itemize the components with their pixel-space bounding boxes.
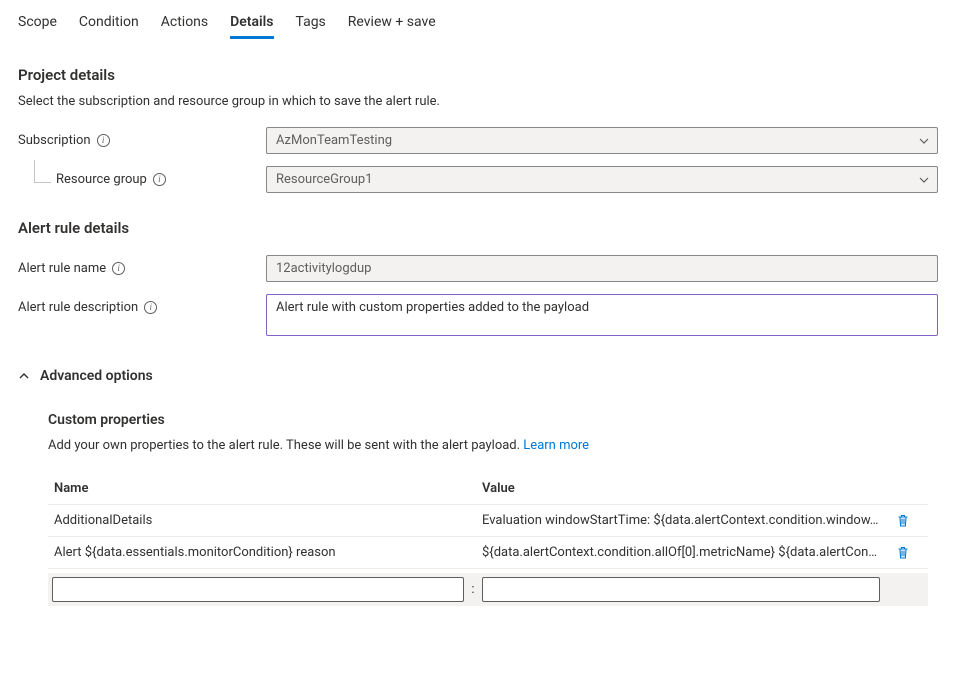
new-property-name-input[interactable] [52, 577, 464, 602]
property-value: ${data.alertContext.condition.allOf[0].m… [476, 545, 886, 560]
column-header-value: Value [476, 481, 886, 496]
tab-tags[interactable]: Tags [296, 10, 326, 38]
table-row: Alert ${data.essentials.monitorCondition… [48, 537, 928, 569]
tab-bar: Scope Condition Actions Details Tags Rev… [18, 10, 950, 38]
info-icon[interactable]: i [153, 173, 166, 186]
project-details-description: Select the subscription and resource gro… [18, 94, 950, 109]
project-details-heading: Project details [18, 66, 950, 84]
advanced-options-heading: Advanced options [40, 368, 153, 384]
learn-more-link[interactable]: Learn more [523, 438, 589, 453]
alert-rule-details-heading: Alert rule details [18, 219, 950, 237]
alert-rule-name-input[interactable] [266, 255, 938, 282]
colon-separator: : [464, 582, 482, 597]
advanced-options-toggle[interactable]: Advanced options [18, 368, 950, 384]
info-icon[interactable]: i [97, 134, 110, 147]
custom-properties-table: Name Value AdditionalDetails Evaluation … [48, 473, 928, 569]
resource-group-select[interactable] [266, 166, 938, 193]
subscription-label: Subscription [18, 133, 91, 148]
custom-property-input-row: : [48, 573, 928, 606]
chevron-up-icon [18, 370, 30, 382]
table-row: AdditionalDetails Evaluation windowStart… [48, 505, 928, 537]
custom-properties-heading: Custom properties [48, 412, 950, 428]
alert-rule-name-label: Alert rule name [18, 261, 106, 276]
resource-group-label: Resource group [56, 172, 147, 187]
delete-icon[interactable] [896, 545, 910, 560]
custom-properties-helper: Add your own properties to the alert rul… [48, 438, 523, 453]
tab-details[interactable]: Details [230, 10, 273, 38]
tab-scope[interactable]: Scope [18, 10, 57, 38]
tab-review-save[interactable]: Review + save [348, 10, 436, 38]
info-icon[interactable]: i [112, 262, 125, 275]
delete-icon[interactable] [896, 513, 910, 528]
tab-condition[interactable]: Condition [79, 10, 139, 38]
property-name: AdditionalDetails [48, 513, 476, 528]
tab-actions[interactable]: Actions [161, 10, 208, 38]
alert-rule-description-label: Alert rule description [18, 300, 138, 315]
new-property-value-input[interactable] [482, 577, 880, 602]
subscription-select[interactable] [266, 127, 938, 154]
info-icon[interactable]: i [144, 301, 157, 314]
column-header-name: Name [48, 481, 476, 496]
property-value: Evaluation windowStartTime: ${data.alert… [476, 513, 886, 528]
alert-rule-description-input[interactable] [266, 294, 938, 336]
property-name: Alert ${data.essentials.monitorCondition… [48, 545, 476, 560]
